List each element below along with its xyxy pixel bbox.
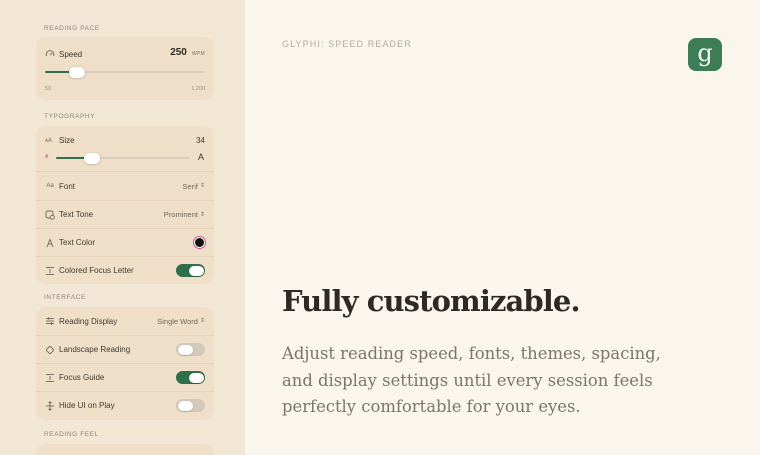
toggle-knob <box>177 344 193 355</box>
font-row[interactable]: Aa Font Serif ⇕ <box>36 172 214 200</box>
speed-min-label: 50 <box>45 86 52 92</box>
toggle-knob <box>177 400 193 411</box>
text-color-icon <box>45 237 55 248</box>
size-large-glyph: A <box>197 152 204 162</box>
speed-card: Speed 250 WPM 50 1,200 <box>36 37 214 100</box>
text-size-icon: ᴀA <box>45 137 52 144</box>
reading-display-row[interactable]: Reading Display Single Word ⇕ <box>36 307 214 335</box>
chevron-up-down-icon: ⇕ <box>199 318 205 324</box>
size-slider-thumb[interactable] <box>84 152 101 164</box>
size-small-glyph: A <box>45 154 49 160</box>
reading-display-select[interactable]: Single Word ⇕ <box>157 317 205 326</box>
size-label-group: ᴀA Size <box>45 136 75 145</box>
toggle-knob <box>188 265 204 276</box>
reading-display-label: Reading Display <box>59 316 118 326</box>
speed-label-group: Speed <box>45 49 82 59</box>
size-row: ᴀA Size 34 A A <box>36 126 214 172</box>
landscape-reading-toggle[interactable] <box>176 343 205 356</box>
section-label-reading-feel: READING FEEL <box>44 431 99 438</box>
chevron-up-down-icon: ⇕ <box>199 183 205 189</box>
hide-ui-on-play-row: Hide UI on Play <box>36 391 214 419</box>
colored-focus-letter-label: Colored Focus Letter <box>59 266 134 275</box>
typography-card: ᴀA Size 34 A A Aa Font Serif ⇕ Text Tone … <box>36 126 214 284</box>
interface-card: Reading Display Single Word ⇕ Landscape R… <box>36 307 214 420</box>
focus-guide-toggle[interactable] <box>176 371 205 384</box>
app-logo-letter: g <box>697 38 713 67</box>
hide-ui-on-play-toggle[interactable] <box>176 399 205 412</box>
text-tone-select[interactable]: Prominent ⇕ <box>164 210 205 219</box>
text-tone-value: Prominent <box>163 210 198 219</box>
reading-feel-card <box>36 444 214 455</box>
text-tone-row[interactable]: Text Tone Prominent ⇕ <box>36 200 214 228</box>
landscape-reading-row: Landscape Reading <box>36 335 214 363</box>
move-arrows-icon <box>45 400 55 411</box>
reading-display-value: Single Word <box>157 316 198 326</box>
font-icon: Aa <box>46 183 54 189</box>
chevron-up-down-icon: ⇕ <box>199 211 205 218</box>
section-label-typography: TYPOGRAPHY <box>44 113 96 120</box>
font-select[interactable]: Serif ⇕ <box>183 182 205 191</box>
text-color-swatch[interactable] <box>194 237 205 248</box>
speed-readout: 250 WPM <box>170 47 205 58</box>
focus-guide-row: Focus Guide <box>36 363 214 391</box>
text-tone-icon <box>45 210 55 220</box>
section-label-interface: INTERFACE <box>44 294 86 301</box>
speed-value: 250 <box>170 47 187 58</box>
font-label: Font <box>59 181 76 191</box>
settings-sidebar: READING PACE Speed 250 WPM 50 1,200 TYPO… <box>0 0 245 455</box>
sliders-icon <box>45 316 55 326</box>
description: Adjust reading speed, fonts, themes, spa… <box>282 344 661 416</box>
app-name: GLYPHI: SPEED READER <box>282 39 412 49</box>
text-color-label: Text Color <box>59 238 96 247</box>
focus-letter-icon <box>45 266 55 276</box>
rotate-device-icon <box>45 345 55 355</box>
hide-ui-on-play-label: Hide UI on Play <box>59 401 115 410</box>
speed-label: Speed <box>59 49 83 59</box>
speed-unit: WPM <box>191 51 205 57</box>
size-label: Size <box>59 136 75 145</box>
size-value: 34 <box>196 136 205 145</box>
focus-guide-label: Focus Guide <box>59 373 105 382</box>
text-tone-label: Text Tone <box>59 210 94 219</box>
toggle-knob <box>188 372 204 383</box>
gauge-icon <box>45 49 55 59</box>
colored-focus-letter-row: Colored Focus Letter <box>36 256 214 284</box>
section-label-reading-pace: READING PACE <box>44 25 100 32</box>
colored-focus-letter-toggle[interactable] <box>176 264 205 277</box>
speed-slider-thumb[interactable] <box>69 66 85 78</box>
headline: Fully customizable. <box>282 284 581 318</box>
speed-max-label: 1,200 <box>191 86 205 92</box>
app-logo-icon: g <box>688 38 722 71</box>
text-color-row[interactable]: Text Color <box>36 228 214 256</box>
focus-guide-icon <box>45 373 55 383</box>
font-value: Serif <box>182 181 198 191</box>
landscape-reading-label: Landscape Reading <box>59 345 131 354</box>
